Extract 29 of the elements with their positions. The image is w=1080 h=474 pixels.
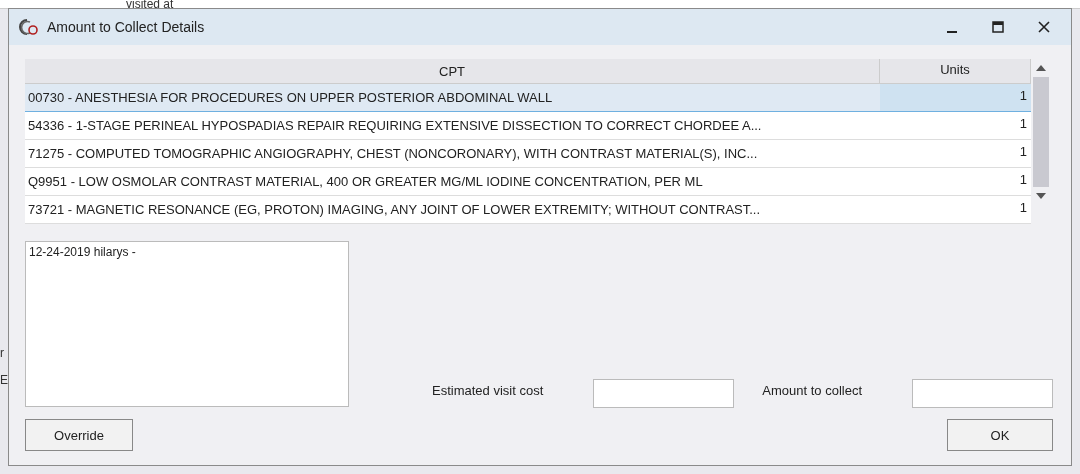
cpt-cell-text: 54336 - 1-STAGE PERINEAL HYPOSPADIAS REPAIR REQUIRING EXTENSIVE DISSECTION TO CORRECT CHORDEE A... [27, 117, 763, 135]
minimize-icon [947, 31, 957, 33]
field-label: Estimated visit cost [432, 383, 544, 398]
units-cell: 1 [880, 84, 1031, 111]
units-cell-text: 1 [1018, 143, 1028, 161]
background-text: E [0, 373, 8, 387]
cpt-cell-text: 00730 - ANESTHESIA FOR PROCEDURES ON UPPER POSTERIOR ABDOMINAL WALL [27, 89, 554, 107]
units-cell-text: 1 [1018, 199, 1028, 217]
override-button[interactable]: Override [25, 419, 133, 451]
ok-button[interactable]: OK [947, 419, 1053, 451]
background-text: r [0, 346, 4, 360]
notes-field[interactable]: 12-24-2019 hilarys - [25, 241, 349, 407]
window-title: Amount to Collect Details [47, 19, 206, 35]
cpt-cell-text: 73721 - MAGNETIC RESONANCE (EG, PROTON) IMAGING, ANY JOINT OF LOWER EXTREMITY; WITHOUT CONTRAST... [27, 201, 762, 219]
scroll-down-icon[interactable] [1036, 193, 1046, 199]
app-logo-icon [17, 18, 39, 36]
maximize-icon [992, 21, 1004, 33]
amount-field[interactable] [912, 379, 1053, 408]
background-label: visited at [125, 0, 175, 8]
column-header[interactable]: CPT [25, 59, 880, 83]
table-row[interactable]: 00730 - ANESTHESIA FOR PROCEDURES ON UPPER POSTERIOR ABDOMINAL WALL 1 [25, 84, 1031, 112]
units-cell-text: 1 [1018, 115, 1028, 133]
units-cell-text: 1 [1018, 171, 1028, 189]
field-label: Amount to collect [762, 383, 862, 398]
cpt-cell-text: 71275 - COMPUTED TOMOGRAPHIC ANGIOGRAPHY, CHEST (NONCORONARY), WITH CONTRAST MATERIAL(S), INC... [27, 145, 759, 163]
amount-field[interactable] [593, 379, 735, 408]
scroll-up-icon[interactable] [1036, 65, 1046, 71]
cpt-cell-text: Q9951 - LOW OSMOLAR CONTRAST MATERIAL, 400 OR GREATER MG/ML IODINE CONCENTRATION, PER ML [27, 173, 704, 191]
close-icon [1038, 21, 1050, 33]
